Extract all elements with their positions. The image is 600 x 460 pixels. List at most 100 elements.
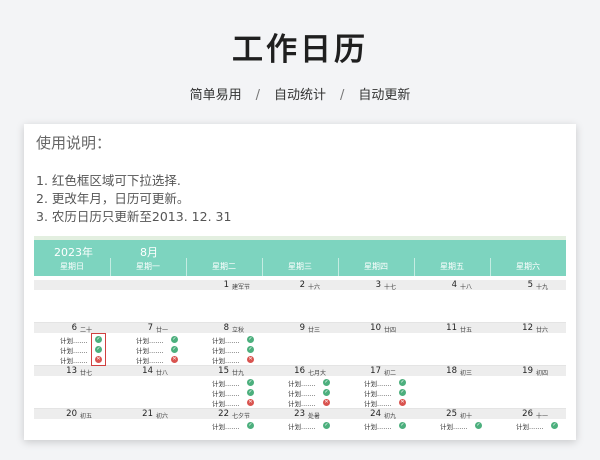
weekday-divider [186, 258, 187, 276]
done-check-icon[interactable]: ✓ [247, 336, 254, 343]
lunar-date: 初四 [536, 370, 549, 377]
separator: / [340, 88, 345, 103]
day-number[interactable]: 12 [497, 323, 533, 333]
weekday-header: 星期三 [288, 262, 312, 271]
day-number[interactable]: 8 [193, 323, 229, 333]
feature-stats: 自动统计 [273, 88, 326, 103]
day-number[interactable]: 16 [269, 366, 305, 376]
day-number[interactable]: 1 [193, 280, 229, 290]
plan-item: 计划....... [440, 423, 468, 431]
plan-item: 计划....... [136, 337, 164, 345]
weekday-divider [110, 258, 111, 276]
feature-easy: 简单易用 [189, 88, 242, 103]
day-number[interactable]: 9 [269, 323, 305, 333]
lunar-date: 初二 [384, 370, 397, 377]
weekday-divider [338, 258, 339, 276]
day-number[interactable]: 5 [497, 280, 533, 290]
plan-item: 计划....... [364, 380, 392, 388]
day-number[interactable]: 26 [497, 409, 533, 419]
done-check-icon[interactable]: ✓ [399, 389, 406, 396]
done-check-icon[interactable]: ✓ [247, 346, 254, 353]
day-number[interactable]: 24 [345, 409, 381, 419]
not-done-x-icon[interactable]: ✕ [247, 356, 254, 363]
done-check-icon[interactable]: ✓ [171, 336, 178, 343]
lunar-date: 廿七 [80, 370, 93, 377]
day-number[interactable]: 23 [269, 409, 305, 419]
day-number[interactable]: 2 [269, 280, 305, 290]
lunar-date: 廿六 [536, 327, 549, 334]
done-check-icon[interactable]: ✓ [247, 389, 254, 396]
done-check-icon[interactable]: ✓ [475, 422, 482, 429]
done-check-icon[interactable]: ✓ [323, 379, 330, 386]
done-check-icon[interactable]: ✓ [171, 346, 178, 353]
day-number[interactable]: 3 [345, 280, 381, 290]
day-number[interactable]: 14 [117, 366, 153, 376]
day-number[interactable]: 20 [41, 409, 77, 419]
instructions-title: 使用说明： [36, 134, 112, 152]
plan-item: 计划....... [288, 390, 316, 398]
plan-item: 计划....... [212, 347, 240, 355]
day-number[interactable]: 15 [193, 366, 229, 376]
day-number[interactable]: 13 [41, 366, 77, 376]
plan-item: 计划....... [136, 347, 164, 355]
instruction-item: 2. 更改年月，日历可更新。 [36, 191, 190, 206]
not-done-x-icon[interactable]: ✕ [171, 356, 178, 363]
lunar-date: 七夕节 [232, 413, 251, 420]
done-check-icon[interactable]: ✓ [399, 379, 406, 386]
lunar-date: 十九 [536, 284, 549, 291]
done-check-icon[interactable]: ✓ [323, 389, 330, 396]
lunar-date: 廿九 [232, 370, 245, 377]
done-check-icon[interactable]: ✓ [323, 422, 330, 429]
done-check-icon[interactable]: ✓ [399, 422, 406, 429]
day-number[interactable]: 17 [345, 366, 381, 376]
plan-item: 计划....... [60, 347, 88, 355]
plan-item: 计划....... [288, 423, 316, 431]
lunar-date: 十七 [384, 284, 397, 291]
day-number[interactable]: 19 [497, 366, 533, 376]
calendar-card: 使用说明： 1. 红色框区域可下拉选择. 2. 更改年月，日历可更新。 3. 农… [24, 124, 576, 440]
day-number[interactable]: 18 [421, 366, 457, 376]
day-number[interactable]: 4 [421, 280, 457, 290]
feature-tagline: 简单易用 / 自动统计 / 自动更新 [0, 84, 600, 103]
plan-item: 计划....... [516, 423, 544, 431]
plan-item: 计划....... [288, 400, 316, 408]
not-done-x-icon[interactable]: ✕ [323, 399, 330, 406]
lunar-date: 建军节 [232, 284, 251, 291]
weekday-divider [262, 258, 263, 276]
lunar-date: 初六 [156, 413, 169, 420]
done-check-icon[interactable]: ✓ [551, 422, 558, 429]
page-title: 工作日历 [232, 32, 368, 68]
plan-item: 计划....... [60, 337, 88, 345]
plan-item: 计划....... [212, 357, 240, 365]
day-number[interactable]: 6 [41, 323, 77, 333]
done-check-icon[interactable]: ✓ [247, 379, 254, 386]
instruction-item: 3. 农历日历只更新至2013. 12. 31 [36, 209, 232, 224]
day-number[interactable]: 22 [193, 409, 229, 419]
weekday-header: 星期五 [440, 262, 464, 271]
lunar-date: 廿四 [384, 327, 397, 334]
plan-item: 计划....... [212, 337, 240, 345]
dropdown-region-highlight[interactable] [91, 333, 106, 366]
lunar-date: 初三 [460, 370, 473, 377]
plan-item: 计划....... [212, 390, 240, 398]
lunar-date: 廿五 [460, 327, 473, 334]
not-done-x-icon[interactable]: ✕ [399, 399, 406, 406]
day-number[interactable]: 11 [421, 323, 457, 333]
lunar-date: 处暑 [308, 413, 321, 420]
plan-item: 计划....... [212, 400, 240, 408]
done-check-icon[interactable]: ✓ [247, 422, 254, 429]
plan-item: 计划....... [136, 357, 164, 365]
not-done-x-icon[interactable]: ✕ [247, 399, 254, 406]
instruction-item: 1. 红色框区域可下拉选择. [36, 173, 181, 188]
weekday-header: 星期二 [212, 262, 236, 271]
day-number[interactable]: 7 [117, 323, 153, 333]
day-number[interactable]: 25 [421, 409, 457, 419]
plan-item: 计划....... [364, 390, 392, 398]
lunar-date: 廿一 [156, 327, 169, 334]
calendar-header: 2023年 8月 星期日 星期一 星期二 星期三 星期四 星期五 星期六 [34, 240, 566, 276]
weekday-divider [414, 258, 415, 276]
lunar-date: 十八 [460, 284, 473, 291]
day-number[interactable]: 21 [117, 409, 153, 419]
plan-item: 计划....... [212, 380, 240, 388]
day-number[interactable]: 10 [345, 323, 381, 333]
